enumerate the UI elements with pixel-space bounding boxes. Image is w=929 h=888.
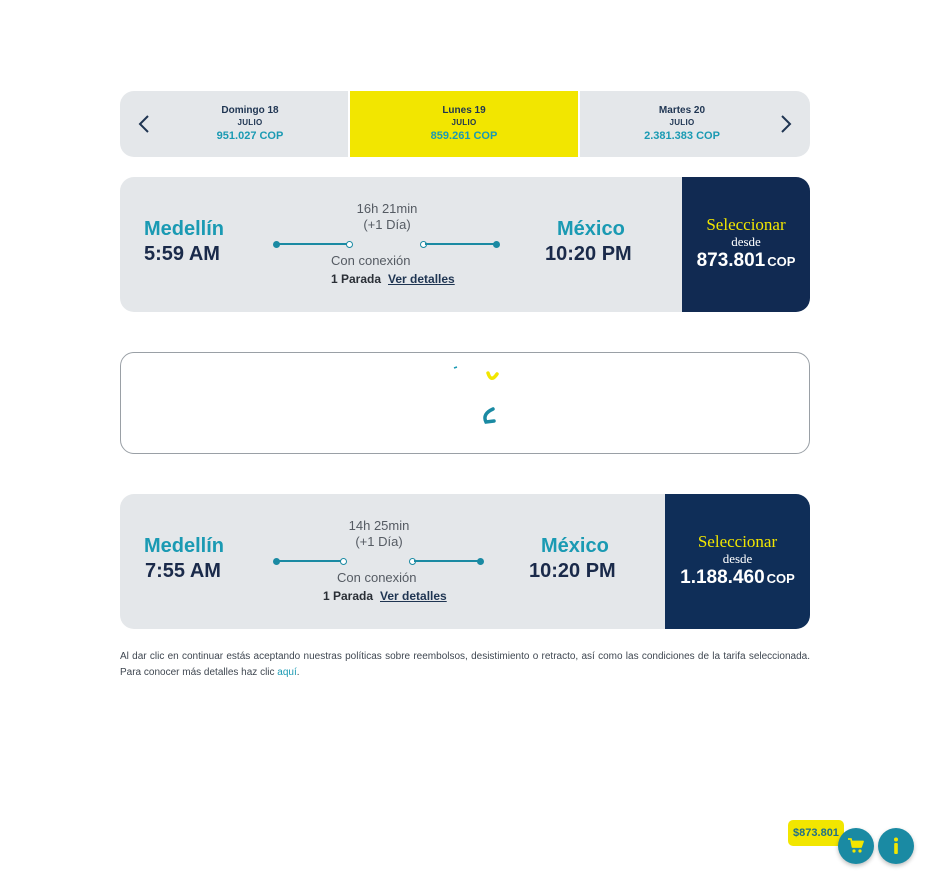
day-offset: (+1 Día) — [363, 217, 411, 232]
date-option-2[interactable]: Martes 20 JULIO 2.381.383 COP — [582, 91, 782, 157]
chevron-right-icon — [781, 115, 792, 133]
select-flight-button[interactable]: Seleccionar desde 873.801 COP — [682, 177, 810, 312]
arrival-time: 10:20 PM — [545, 243, 632, 265]
loading-spinner-icon — [453, 366, 499, 424]
chevron-left-icon — [138, 115, 149, 133]
route-line — [273, 555, 487, 567]
flight-price: 873.801 COP — [697, 250, 796, 273]
disclaimer-end: . — [296, 667, 300, 678]
date-divider — [578, 91, 580, 157]
stop-dot — [346, 241, 353, 248]
flight-card: Medellín 5:59 AM 16h 21min (+1 Día) Con … — [120, 177, 810, 312]
date-price: 951.027 COP — [216, 130, 284, 142]
date-price: 2.381.383 COP — [644, 130, 720, 142]
date-month: JULIO — [669, 118, 695, 127]
loading-panel — [120, 352, 810, 454]
date-selector: Domingo 18 JULIO 951.027 COP Lunes 19 JU… — [120, 91, 810, 157]
price-value: 873.801 — [696, 250, 766, 271]
origin-city: Medellín — [144, 218, 225, 240]
from-label: desde — [731, 234, 761, 249]
info-icon — [894, 837, 898, 854]
cart-button[interactable] — [838, 828, 874, 864]
destination-city: México — [541, 535, 609, 557]
connection-type: Con conexión — [331, 253, 411, 268]
route-segment — [277, 243, 349, 245]
day-offset: (+1 Día) — [355, 534, 403, 549]
duration-text: 14h 25min — [348, 518, 410, 533]
route-segment — [277, 560, 343, 562]
select-label: Seleccionar — [706, 215, 786, 234]
destination-dot — [493, 241, 500, 248]
connection-type: Con conexión — [337, 570, 417, 585]
flight-duration: 16h 21min (+1 Día) — [316, 201, 458, 233]
departure-time: 5:59 AM — [144, 243, 220, 265]
cart-total-badge[interactable]: $873.801 — [788, 820, 844, 846]
date-price: 859.261 COP — [430, 130, 498, 142]
shopping-cart-icon — [848, 838, 864, 853]
date-month: JULIO — [237, 118, 263, 127]
date-day: Lunes 19 — [442, 105, 486, 116]
terms-disclaimer: Al dar clic en continuar estás aceptando… — [120, 649, 810, 681]
flight-card: Medellín 7:55 AM 14h 25min (+1 Día) Con … — [120, 494, 810, 629]
stops-count: 1 Parada — [331, 272, 382, 286]
price-currency: COP — [766, 571, 795, 586]
stops-count: 1 Parada — [323, 589, 374, 603]
origin-city: Medellín — [144, 535, 225, 557]
from-label: desde — [722, 551, 753, 566]
info-button[interactable] — [878, 828, 914, 864]
date-option-0[interactable]: Domingo 18 JULIO 951.027 COP — [154, 91, 346, 157]
date-option-1-selected[interactable]: Lunes 19 JULIO 859.261 COP — [350, 91, 578, 157]
date-day: Domingo 18 — [221, 105, 279, 116]
view-details-link[interactable]: Ver detalles — [388, 272, 455, 286]
duration-text: 16h 21min — [356, 201, 418, 216]
price-currency: COP — [767, 254, 796, 269]
flight-price: 1.188.460 COP — [680, 567, 795, 590]
flight-duration: 14h 25min (+1 Día) — [308, 518, 450, 550]
next-date-button[interactable] — [764, 91, 808, 157]
stop-dot — [340, 558, 347, 565]
price-value: 1.188.460 — [680, 567, 765, 588]
terms-link[interactable]: aquí — [277, 667, 296, 678]
destination-city: México — [557, 218, 625, 240]
select-label: Seleccionar — [697, 532, 778, 551]
arrival-time: 10:20 PM — [529, 560, 616, 582]
date-month: JULIO — [451, 118, 477, 127]
select-flight-button[interactable]: Seleccionar desde 1.188.460 COP — [665, 494, 810, 629]
route-segment — [425, 243, 497, 245]
disclaimer-text: Al dar clic en continuar estás aceptando… — [120, 651, 810, 678]
route-line — [273, 238, 503, 250]
destination-dot — [477, 558, 484, 565]
view-details-link[interactable]: Ver detalles — [380, 589, 447, 603]
date-day: Martes 20 — [658, 105, 706, 116]
route-segment — [414, 560, 480, 562]
departure-time: 7:55 AM — [145, 560, 221, 582]
